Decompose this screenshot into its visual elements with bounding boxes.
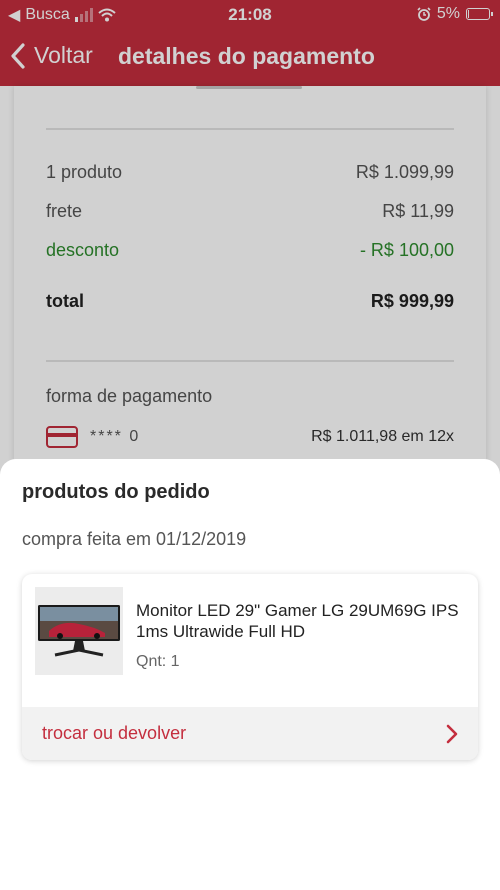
exchange-return-button[interactable]: trocar ou devolver <box>22 707 478 760</box>
product-name: Monitor LED 29" Gamer LG 29UM69G IPS 1ms… <box>136 601 459 641</box>
product-quantity: Qnt: 1 <box>136 653 180 670</box>
chevron-right-icon <box>446 724 458 743</box>
order-products-sheet: produtos do pedido compra feita em 01/12… <box>0 459 500 890</box>
product-image <box>35 587 123 675</box>
exchange-return-label: trocar ou devolver <box>42 723 187 743</box>
sheet-title: produtos do pedido <box>22 481 210 503</box>
monitor-icon <box>38 605 120 657</box>
product-card: Monitor LED 29" Gamer LG 29UM69G IPS 1ms… <box>22 574 478 760</box>
purchase-date: compra feita em 01/12/2019 <box>22 529 247 549</box>
